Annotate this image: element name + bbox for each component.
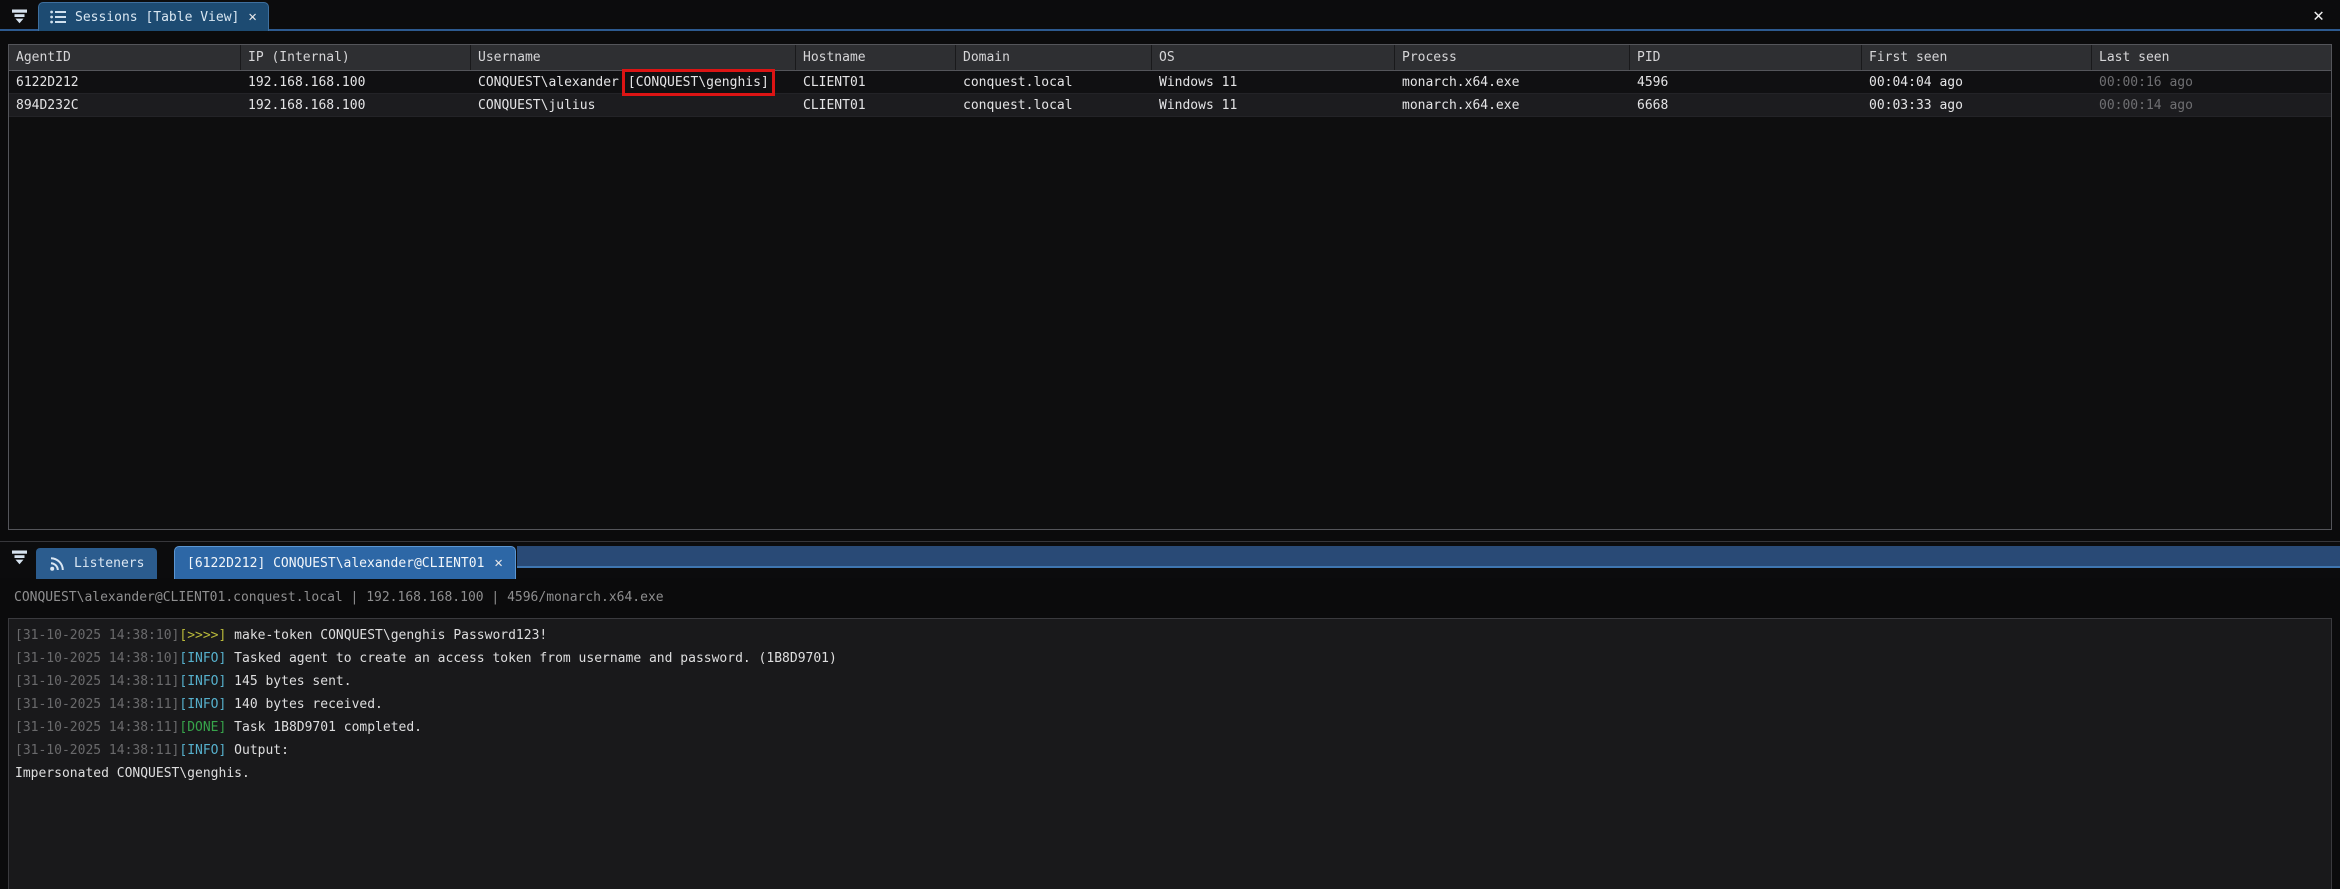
bottom-tab-bar: Listeners [6122D212] CONQUEST\alexander@… (0, 541, 2340, 578)
username-base: CONQUEST\julius (478, 98, 595, 113)
log-message: 145 bytes sent. (226, 674, 351, 689)
console-log-line: [31-10-2025 14:38:11][INFO] 145 bytes se… (15, 670, 2323, 693)
console-log-line: [31-10-2025 14:38:11][INFO] Output: (15, 739, 2323, 762)
username-base: CONQUEST\alexander (478, 75, 619, 90)
cell-hostname: CLIENT01 (796, 71, 956, 93)
cell-pid: 4596 (1630, 71, 1862, 93)
log-message: make-token CONQUEST\genghis Password123! (226, 628, 547, 643)
log-tag: [INFO] (179, 743, 226, 758)
console-log-line: [31-10-2025 14:38:11][DONE] Task 1B8D970… (15, 716, 2323, 739)
cell-pid: 6668 (1630, 94, 1862, 116)
column-header-label: IP (Internal) (248, 50, 350, 65)
console-log-line: [31-10-2025 14:38:11][INFO] 140 bytes re… (15, 693, 2323, 716)
column-header-label: First seen (1869, 50, 1947, 65)
tab-sessions-table-view[interactable]: Sessions [Table View] ✕ (38, 2, 269, 31)
tab-agent-console-label: [6122D212] CONQUEST\alexander@CLIENT01 (187, 556, 484, 571)
cell-domain: conquest.local (956, 71, 1152, 93)
tab-sessions-label: Sessions [Table View] (75, 10, 239, 25)
session-row[interactable]: 894D232C 192.168.168.100 CONQUEST\julius… (9, 94, 2331, 117)
cell-os: Windows 11 (1152, 94, 1395, 116)
log-tag: [>>>>] (179, 628, 226, 643)
tab-bar-filler (517, 546, 2340, 568)
log-timestamp: [31-10-2025 14:38:11] (15, 720, 179, 735)
tab-listeners-label: Listeners (74, 556, 144, 571)
column-header-label: Domain (963, 50, 1010, 65)
column-header-label: Process (1402, 50, 1457, 65)
log-tag: [INFO] (179, 674, 226, 689)
log-message: Task 1B8D9701 completed. (226, 720, 422, 735)
console-log-line: [31-10-2025 14:38:10][>>>>] make-token C… (15, 624, 2323, 647)
column-header-label: OS (1159, 50, 1175, 65)
top-tab-bar: Sessions [Table View] ✕ ✕ (0, 0, 2340, 31)
cell-ip: 192.168.168.100 (241, 71, 471, 93)
log-message: 140 bytes received. (226, 697, 383, 712)
tab-listeners[interactable]: Listeners (36, 548, 157, 579)
log-tag: [INFO] (179, 651, 226, 666)
sessions-table-body: 6122D212 192.168.168.100 CONQUEST\alexan… (9, 71, 2331, 117)
column-header-label: Hostname (803, 50, 866, 65)
filter-icon[interactable] (9, 7, 29, 25)
console-log-line: Impersonated CONQUEST\genghis. (15, 762, 2323, 785)
column-header-label: Username (478, 50, 541, 65)
console-log-line: [31-10-2025 14:38:10][INFO] Tasked agent… (15, 647, 2323, 670)
log-timestamp: [31-10-2025 14:38:11] (15, 697, 179, 712)
log-message: Impersonated CONQUEST\genghis. (15, 766, 250, 781)
column-header[interactable]: Last seen (2092, 45, 2331, 70)
column-header[interactable]: Username (471, 45, 796, 70)
column-header[interactable]: Domain (956, 45, 1152, 70)
column-header-label: Last seen (2099, 50, 2169, 65)
session-row[interactable]: 6122D212 192.168.168.100 CONQUEST\alexan… (9, 71, 2331, 94)
log-timestamp: [31-10-2025 14:38:10] (15, 651, 179, 666)
column-header-label: PID (1637, 50, 1660, 65)
log-tag: [INFO] (179, 697, 226, 712)
log-timestamp: [31-10-2025 14:38:11] (15, 674, 179, 689)
column-header[interactable]: PID (1630, 45, 1862, 70)
panel-close-icon[interactable]: ✕ (2313, 5, 2324, 26)
sessions-table-header: AgentID IP (Internal) Username Hostname … (9, 45, 2331, 71)
column-header[interactable]: First seen (1862, 45, 2092, 70)
column-header-label: AgentID (16, 50, 71, 65)
filter-icon[interactable] (9, 548, 29, 566)
cell-first-seen: 00:04:04 ago (1862, 71, 2092, 93)
impersonated-token-annotation: [CONQUEST\genghis] (628, 75, 769, 90)
cell-ip: 192.168.168.100 (241, 94, 471, 116)
log-message: Tasked agent to create an access token f… (226, 651, 836, 666)
column-header[interactable]: Hostname (796, 45, 956, 70)
cell-process: monarch.x64.exe (1395, 71, 1630, 93)
listener-signal-icon (49, 556, 65, 572)
cell-username: CONQUEST\alexander [CONQUEST\genghis] (471, 71, 796, 93)
agent-console-output[interactable]: [31-10-2025 14:38:10][>>>>] make-token C… (8, 618, 2332, 889)
tab-close-icon[interactable]: ✕ (494, 556, 502, 570)
tab-close-icon[interactable]: ✕ (248, 10, 256, 24)
cell-last-seen: 00:00:14 ago (2092, 94, 2331, 116)
cell-agent-id: 6122D212 (9, 71, 241, 93)
column-header[interactable]: AgentID (9, 45, 241, 70)
column-header[interactable]: OS (1152, 45, 1395, 70)
agent-console-meta: CONQUEST\alexander@CLIENT01.conquest.loc… (14, 590, 664, 605)
cell-username: CONQUEST\julius (471, 94, 796, 116)
cell-domain: conquest.local (956, 94, 1152, 116)
column-header[interactable]: Process (1395, 45, 1630, 70)
log-timestamp: [31-10-2025 14:38:10] (15, 628, 179, 643)
sessions-table: AgentID IP (Internal) Username Hostname … (8, 44, 2332, 530)
log-timestamp: [31-10-2025 14:38:11] (15, 743, 179, 758)
log-tag: [DONE] (179, 720, 226, 735)
cell-os: Windows 11 (1152, 71, 1395, 93)
cell-last-seen: 00:00:16 ago (2092, 71, 2331, 93)
cell-process: monarch.x64.exe (1395, 94, 1630, 116)
log-message: Output: (226, 743, 289, 758)
cell-first-seen: 00:03:33 ago (1862, 94, 2092, 116)
cell-agent-id: 894D232C (9, 94, 241, 116)
column-header[interactable]: IP (Internal) (241, 45, 471, 70)
cell-hostname: CLIENT01 (796, 94, 956, 116)
tab-agent-console[interactable]: [6122D212] CONQUEST\alexander@CLIENT01 ✕ (174, 546, 516, 579)
list-icon (50, 10, 66, 24)
